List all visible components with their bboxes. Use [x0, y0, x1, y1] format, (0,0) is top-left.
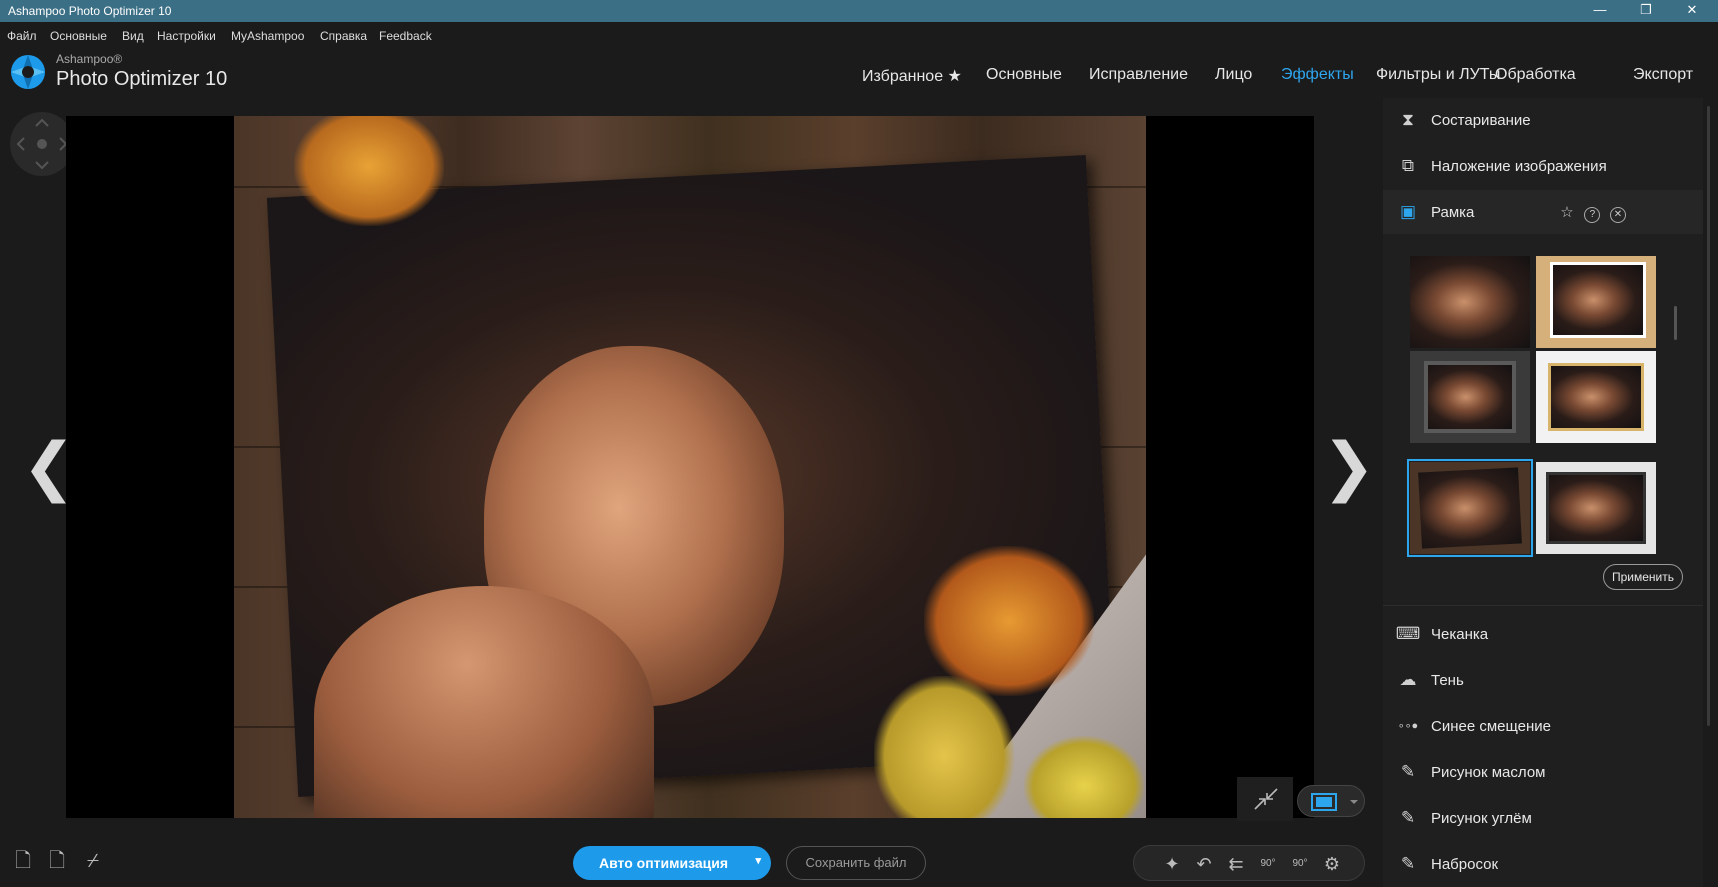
sidebar-scrollbar[interactable] — [1707, 106, 1710, 726]
window-title: Ashampoo Photo Optimizer 10 — [8, 4, 172, 18]
frame-thumbnail[interactable] — [1536, 462, 1656, 554]
menu-file[interactable]: Файл — [7, 29, 37, 43]
pan-navigation-pad[interactable] — [10, 112, 74, 176]
frame-actions: ☆ ? ✕ — [1559, 204, 1631, 223]
edited-photo — [234, 116, 1146, 818]
undo-icon[interactable]: ↶ — [1190, 850, 1218, 878]
title-bar: Ashampoo Photo Optimizer 10 — ❐ ✕ — [0, 0, 1718, 22]
thumbnails-scrollbar[interactable] — [1674, 306, 1677, 340]
effect-label: Набросок — [1431, 856, 1499, 873]
close-button[interactable]: ✕ — [1670, 0, 1714, 22]
effect-image-overlay[interactable]: ⧉ Наложение изображения — [1383, 144, 1703, 188]
effect-label: Синее смещение — [1431, 718, 1552, 735]
frame-thumbnail[interactable] — [1536, 256, 1656, 348]
shadow-cloud-icon: ☁ — [1399, 670, 1417, 689]
favorite-star-icon[interactable]: ☆ — [1559, 205, 1575, 221]
tab-basic[interactable]: Основные — [986, 66, 1062, 84]
menu-bar: Файл Основные Вид Настройки MyAshampoo С… — [0, 22, 1718, 48]
tab-face[interactable]: Лицо — [1215, 66, 1252, 84]
logo-brand: Ashampoo® — [56, 52, 123, 66]
rotate-left-90-icon[interactable]: 90° — [1254, 850, 1282, 878]
close-circle-icon[interactable]: ✕ — [1609, 207, 1626, 223]
apply-button[interactable]: Применить — [1603, 564, 1683, 590]
app-header: Ashampoo® Photo Optimizer 10 Избранное ★… — [0, 48, 1718, 103]
effect-sketch[interactable]: ✎ Набросок — [1383, 842, 1703, 886]
frame-thumbnail[interactable] — [1536, 351, 1656, 443]
charcoal-icon: ✎ — [1400, 808, 1416, 827]
fit-to-window-button[interactable] — [1237, 777, 1293, 821]
tab-filters-luts[interactable]: Фильтры и ЛУТы — [1376, 66, 1500, 84]
new-file-icon[interactable]: 🗋 — [8, 846, 38, 876]
tab-effects[interactable]: Эффекты — [1281, 66, 1354, 84]
tab-favorites[interactable]: Избранное ★ — [862, 66, 962, 86]
menu-help[interactable]: Справка — [320, 29, 367, 43]
emboss-icon: ⌨ — [1395, 624, 1421, 643]
image-overlay-icon: ⧉ — [1401, 156, 1415, 175]
undo-all-icon[interactable]: ⇇ — [1222, 850, 1250, 878]
effect-emboss[interactable]: ⌨ Чеканка — [1383, 612, 1703, 656]
menu-myashampoo[interactable]: MyAshampoo — [231, 29, 304, 43]
collapse-arrows-icon — [1254, 788, 1278, 810]
effect-aging[interactable]: ⧗ Состаривание — [1383, 98, 1703, 142]
tab-export[interactable]: Экспорт — [1633, 66, 1693, 84]
effect-label: Чеканка — [1431, 626, 1489, 643]
pan-arrows-icon — [16, 118, 68, 170]
hourglass-icon: ⧗ — [1402, 110, 1414, 129]
settings-gear-icon[interactable]: ⚙ — [1318, 850, 1346, 878]
effect-label: Рисунок маслом — [1431, 764, 1546, 781]
broom-icon[interactable]: ⌿ — [78, 846, 108, 876]
minimize-button[interactable]: — — [1578, 0, 1622, 22]
frame-thumbnail[interactable] — [1410, 256, 1530, 348]
restore-button[interactable]: ❐ — [1624, 0, 1668, 22]
blue-shift-icon: ∘∘● — [1397, 720, 1419, 732]
pencil-icon: ✎ — [1400, 854, 1416, 873]
effect-label: Наложение изображения — [1431, 158, 1607, 175]
auto-optimize-label: Авто оптимизация — [599, 855, 729, 871]
edit-tools-group: ✦ ↶ ⇇ 90° 90° ⚙ — [1133, 845, 1365, 881]
view-mode-selector[interactable] — [1297, 785, 1365, 817]
effect-label: Тень — [1431, 672, 1464, 689]
menu-basic[interactable]: Основные — [50, 29, 107, 43]
frame-icon: ▣ — [1399, 202, 1417, 221]
brush-icon: ✎ — [1400, 762, 1416, 781]
menu-settings[interactable]: Настройки — [157, 29, 216, 43]
effect-label: Рамка — [1431, 204, 1475, 221]
logo-product: Photo Optimizer 10 — [56, 68, 228, 90]
menu-view[interactable]: Вид — [122, 29, 144, 43]
effect-label: Состаривание — [1431, 112, 1531, 129]
menu-feedback[interactable]: Feedback — [379, 29, 432, 43]
sidebar-divider — [1383, 605, 1703, 606]
tab-processing[interactable]: Обработка — [1495, 66, 1576, 84]
magic-wand-icon[interactable]: ✦ — [1158, 850, 1186, 878]
effect-frame[interactable]: ▣ Рамка ☆ ? ✕ — [1383, 190, 1703, 234]
auto-optimize-dropdown-icon[interactable]: ▾ — [755, 854, 761, 867]
single-view-icon — [1311, 793, 1358, 811]
rotate-right-90-icon[interactable]: 90° — [1286, 850, 1314, 878]
effect-blue-shift[interactable]: ∘∘● Синее смещение — [1383, 704, 1703, 748]
next-image-arrow[interactable]: ❯ — [1322, 430, 1376, 504]
frame-thumbnail[interactable] — [1410, 351, 1530, 443]
ashampoo-logo-icon — [11, 55, 45, 89]
effect-oil-painting[interactable]: ✎ Рисунок маслом — [1383, 750, 1703, 794]
add-file-icon[interactable]: 🗋 — [42, 846, 72, 876]
effect-shadow[interactable]: ☁ Тень — [1383, 658, 1703, 702]
help-icon[interactable]: ? — [1584, 207, 1601, 223]
effects-sidebar: ⧗ Состаривание ⧉ Наложение изображения ▣… — [1383, 98, 1703, 887]
effect-label: Рисунок углём — [1431, 810, 1532, 827]
frame-thumbnail-selected[interactable] — [1407, 459, 1533, 557]
previous-image-arrow[interactable]: ❮ — [22, 430, 76, 504]
tab-correction[interactable]: Исправление — [1089, 66, 1188, 84]
save-file-button[interactable]: Сохранить файл — [786, 846, 926, 880]
auto-optimize-button[interactable]: Авто оптимизация ▾ — [573, 846, 771, 880]
effect-charcoal[interactable]: ✎ Рисунок углём — [1383, 796, 1703, 840]
